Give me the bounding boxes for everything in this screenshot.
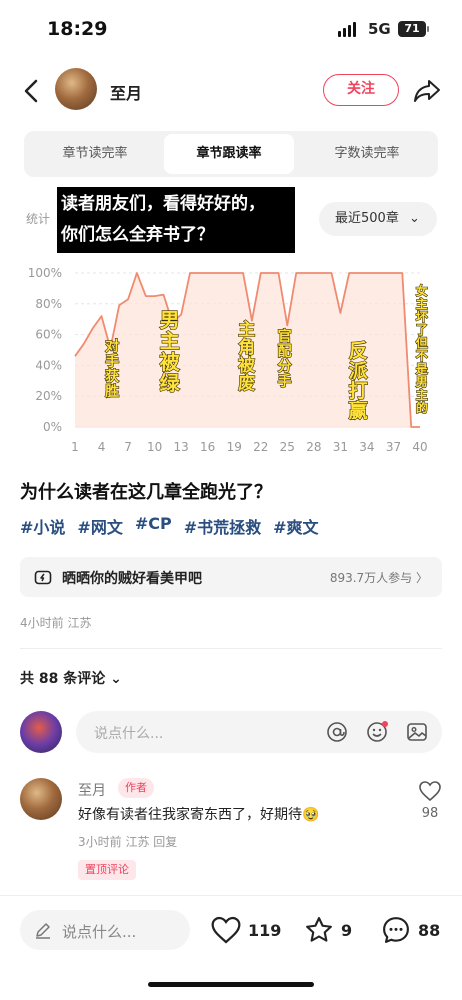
chart-annotation: 主角被废 — [238, 319, 255, 394]
x-tick-label: 13 — [174, 440, 189, 454]
heart-icon[interactable] — [418, 780, 442, 802]
author-avatar[interactable] — [55, 68, 97, 110]
camera-icon — [34, 570, 52, 585]
tag-novel[interactable]: #小说 — [20, 514, 65, 538]
back-icon[interactable] — [18, 76, 46, 106]
overlay-caption: 读者朋友们，看得好好的， 你们怎么全弃书了？ — [57, 187, 295, 253]
x-tick-label: 31 — [333, 440, 348, 454]
author-badge: 作者 — [118, 778, 154, 798]
tab-chapter-completion[interactable]: 章节读完率 — [30, 134, 160, 174]
y-tick-label: 100% — [28, 266, 62, 280]
bottom-input-placeholder: 说点什么... — [62, 923, 137, 941]
pinned-badge: 置顶评论 — [78, 860, 136, 880]
tab-word-completion[interactable]: 字数读完率 — [302, 134, 432, 174]
range-select[interactable]: 最近500章 ⌄ — [319, 202, 437, 236]
topic-banner[interactable]: 晒晒你的贼好看美甲吧 893.7万人参与 〉 — [20, 557, 442, 597]
heart-icon — [211, 916, 241, 944]
share-icon[interactable] — [412, 76, 442, 104]
comment-button[interactable]: 88 — [380, 914, 440, 946]
battery-icon: 71 — [398, 21, 426, 37]
bottom-bar: 说点什么... 119 9 88 — [0, 895, 462, 1000]
like-count: 119 — [248, 920, 282, 940]
x-tick-label: 19 — [227, 440, 242, 454]
chevron-down-icon: ⌄ — [408, 211, 420, 226]
range-label: 最近500章 — [335, 211, 399, 226]
comment-count: 88 — [418, 920, 441, 940]
home-indicator — [148, 982, 314, 987]
tab-chapter-follow[interactable]: 章节跟读率 — [164, 134, 294, 174]
collect-button[interactable]: 9 — [303, 914, 352, 946]
tag-list: #小说 #网文 #CP #书荒拯救 #爽文 — [20, 514, 319, 538]
x-tick-label: 28 — [306, 440, 321, 454]
author-name[interactable]: 至月 — [110, 80, 142, 104]
signal-icon — [338, 22, 356, 37]
at-icon[interactable] — [326, 721, 348, 743]
commenter-name[interactable]: 至月 — [78, 780, 106, 800]
comment-like-count: 98 — [421, 806, 439, 821]
chart-annotation: 对手获胜 — [105, 338, 119, 400]
x-tick-label: 7 — [124, 440, 132, 454]
comment-text: 好像有读者往我家寄东西了，好期待🥹 — [78, 807, 320, 823]
x-tick-label: 16 — [200, 440, 215, 454]
status-time: 18:29 — [47, 18, 108, 40]
comment-input[interactable]: 说点什么... — [76, 711, 442, 753]
emoji-icon[interactable] — [366, 721, 388, 743]
comments-count[interactable]: 共 88 条评论 ⌄ — [20, 668, 122, 688]
follow-rate-chart: 0% 20% 40% 60% 80% 100% 1 4 7 10 13 16 19 22 25 28 31 34 3… — [28, 266, 430, 454]
topic-count: 893.7万人参与 〉 — [329, 571, 428, 585]
bottom-comment-input[interactable]: 说点什么... — [20, 910, 190, 950]
chart-annotation: 官配分手 — [278, 328, 292, 390]
star-icon — [306, 917, 332, 942]
comment-input-placeholder: 说点什么... — [94, 726, 164, 742]
x-tick-label: 40 — [412, 440, 427, 454]
network-label: 5G — [368, 20, 391, 38]
topic-text: 晒晒你的贼好看美甲吧 — [62, 571, 202, 587]
battery-tip — [427, 26, 429, 32]
comment-meta[interactable]: 3小时前 江苏 回复 — [78, 833, 177, 850]
pencil-icon — [36, 923, 50, 939]
x-tick-label: 4 — [98, 440, 106, 454]
chart-annotation: 反派打赢 — [349, 340, 369, 422]
divider — [20, 648, 442, 649]
status-bar: 18:29 5G 71 — [0, 0, 462, 62]
x-tick-label: 37 — [386, 440, 401, 454]
star-count: 9 — [341, 920, 353, 940]
tag-shuangwen[interactable]: #爽文 — [273, 514, 318, 538]
commenter-avatar[interactable] — [20, 778, 62, 820]
tag-book-rescue[interactable]: #书荒拯救 — [184, 514, 261, 538]
like-button[interactable]: 119 — [210, 914, 281, 946]
stat-label: 统计 — [26, 212, 51, 226]
chart-annotation: 女主坏了但不是男主的 — [415, 283, 429, 415]
image-icon[interactable] — [406, 721, 428, 743]
post-header: 至月 关注 — [0, 62, 462, 120]
y-tick-label: 0% — [43, 420, 62, 434]
post-question: 为什么读者在这几章全跑光了？ — [20, 482, 272, 503]
x-tick-label: 34 — [359, 440, 374, 454]
comment-bubble-icon — [383, 917, 409, 943]
x-tick-label: 25 — [280, 440, 295, 454]
overlay-line-2: 你们怎么全弃书了？ — [61, 225, 214, 245]
y-tick-label: 80% — [35, 297, 62, 311]
y-tick-label: 60% — [35, 328, 62, 342]
x-tick-label: 1 — [71, 440, 79, 454]
overlay-line-1: 读者朋友们，看得好好的， — [61, 194, 265, 214]
stats-tabs: 章节读完率 章节跟读率 字数读完率 — [24, 131, 438, 177]
chart-annotation: 男主被绿 — [160, 308, 181, 395]
post-meta: 4小时前 江苏 — [20, 616, 92, 630]
x-tick-label: 22 — [253, 440, 268, 454]
y-tick-label: 20% — [35, 389, 62, 403]
x-tick-label: 10 — [147, 440, 162, 454]
tag-cp[interactable]: #CP — [135, 514, 172, 538]
follow-button[interactable]: 关注 — [323, 74, 399, 106]
tag-webnovel[interactable]: #网文 — [77, 514, 122, 538]
y-tick-label: 40% — [35, 358, 62, 372]
my-avatar — [20, 711, 62, 753]
